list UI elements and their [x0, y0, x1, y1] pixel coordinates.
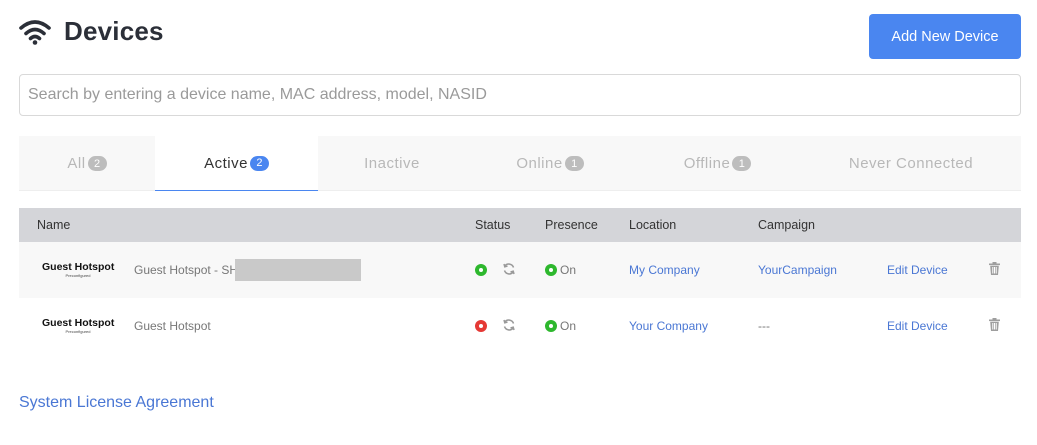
- campaign-link[interactable]: YourCampaign: [758, 263, 837, 277]
- table-row: Guest Hotspot Preconfigured Guest Hotspo…: [19, 242, 1021, 298]
- brand-name: Guest Hotspot: [42, 261, 115, 273]
- device-logo: Guest Hotspot Preconfigured: [42, 318, 114, 334]
- page-header: Devices Add New Device: [19, 14, 1021, 60]
- edit-device-link[interactable]: Edit Device: [887, 319, 948, 333]
- tab-label: Never Connected: [848, 155, 974, 172]
- page-title: Devices: [64, 16, 164, 46]
- status-indicator: [475, 264, 487, 276]
- license-agreement-link[interactable]: System License Agreement: [19, 394, 214, 412]
- trash-icon[interactable]: [989, 262, 1000, 275]
- presence-value: On: [560, 263, 577, 277]
- table-row: Guest Hotspot Preconfigured Guest Hotspo…: [19, 298, 1021, 354]
- brand-name: Guest Hotspot: [42, 317, 115, 329]
- edit-device-link[interactable]: Edit Device: [887, 263, 948, 277]
- location-link[interactable]: Your Company: [629, 319, 708, 333]
- count-badge: 1: [564, 156, 584, 171]
- table-header: Name Status Presence Location Campaign: [19, 208, 1021, 242]
- column-header-location[interactable]: Location: [629, 218, 676, 232]
- count-badge: 2: [249, 155, 269, 171]
- tab-never-connected[interactable]: Never Connected: [801, 136, 1021, 191]
- tab-inactive[interactable]: Inactive: [318, 136, 466, 191]
- sync-icon[interactable]: [502, 262, 516, 276]
- brand-tagline: Preconfigured: [65, 272, 91, 278]
- device-name: Guest Hotspot - SH50: [134, 263, 252, 277]
- tab-online[interactable]: Online 1: [466, 136, 634, 191]
- presence-indicator: [545, 264, 557, 276]
- status-tabs: All 2 Active 2 Inactive Online 1 Offline…: [19, 136, 1021, 191]
- column-header-status[interactable]: Status: [475, 218, 510, 232]
- count-badge: 2: [87, 156, 107, 171]
- redacted-block: [235, 259, 361, 281]
- column-header-presence[interactable]: Presence: [545, 218, 598, 232]
- column-header-campaign[interactable]: Campaign: [758, 218, 815, 232]
- presence-indicator: [545, 320, 557, 332]
- tab-active[interactable]: Active 2: [155, 136, 318, 191]
- device-search-input[interactable]: [19, 74, 1021, 116]
- device-name: Guest Hotspot: [134, 319, 211, 333]
- tab-label: Inactive: [364, 155, 420, 172]
- trash-icon[interactable]: [989, 318, 1000, 331]
- tab-all[interactable]: All 2: [19, 136, 155, 191]
- wifi-icon: [19, 19, 51, 45]
- tab-label: Online: [516, 155, 563, 172]
- column-header-name[interactable]: Name: [37, 218, 70, 232]
- brand-tagline: Preconfigured: [65, 328, 91, 334]
- count-badge: 1: [732, 156, 752, 171]
- add-new-device-button[interactable]: Add New Device: [869, 14, 1021, 59]
- tab-label: Active: [204, 154, 248, 172]
- location-link[interactable]: My Company: [629, 263, 700, 277]
- devices-table: Name Status Presence Location Campaign G…: [19, 208, 1021, 354]
- device-logo: Guest Hotspot Preconfigured: [42, 262, 114, 278]
- tab-offline[interactable]: Offline 1: [634, 136, 801, 191]
- tab-label: Offline: [683, 155, 731, 172]
- sync-icon[interactable]: [502, 318, 516, 332]
- tab-label: All: [67, 155, 86, 172]
- campaign-value: ---: [758, 319, 770, 333]
- title-group: Devices: [19, 16, 164, 47]
- presence-value: On: [560, 319, 577, 333]
- status-indicator: [475, 320, 487, 332]
